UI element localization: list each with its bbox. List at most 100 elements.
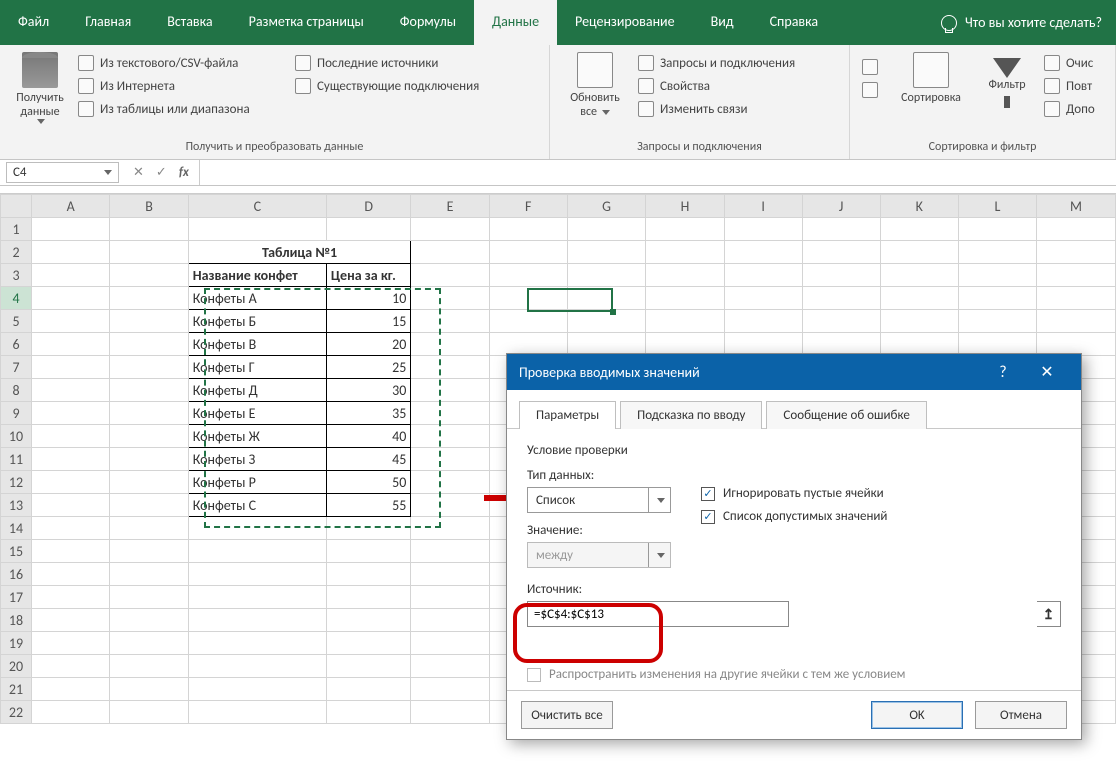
chevron-down-icon[interactable] [104, 170, 112, 175]
cell[interactable] [326, 586, 410, 609]
col-header[interactable]: A [32, 195, 110, 218]
chevron-down-icon[interactable] [648, 488, 670, 512]
recent-sources-button[interactable]: Последние источники [291, 53, 541, 73]
cell[interactable]: 40 [326, 425, 410, 448]
row-header[interactable]: 12 [1, 471, 32, 494]
cell[interactable] [110, 241, 188, 264]
cell[interactable] [110, 471, 188, 494]
from-web-button[interactable]: Из Интернета [74, 76, 289, 96]
cell[interactable] [880, 241, 958, 264]
allow-combo[interactable]: Список [527, 487, 671, 513]
tab-page-layout[interactable]: Разметка страницы [231, 0, 382, 45]
cell[interactable]: 45 [326, 448, 410, 471]
row-header[interactable]: 17 [1, 586, 32, 609]
cell[interactable] [1037, 310, 1116, 333]
cell[interactable] [32, 494, 110, 517]
cell[interactable] [802, 310, 880, 333]
row-header[interactable]: 18 [1, 609, 32, 632]
cell[interactable] [32, 632, 110, 655]
cell[interactable] [567, 287, 645, 310]
col-header[interactable]: M [1037, 195, 1116, 218]
dialog-help-button[interactable]: ? [981, 357, 1025, 388]
cell[interactable] [32, 517, 110, 540]
cell[interactable] [32, 563, 110, 586]
queries-connections-button[interactable]: Запросы и подключения [634, 53, 799, 73]
cell[interactable] [188, 655, 326, 678]
cell[interactable] [32, 356, 110, 379]
cell[interactable] [411, 655, 489, 678]
cell[interactable] [326, 701, 410, 724]
cell[interactable] [411, 402, 489, 425]
cell[interactable] [567, 218, 645, 241]
reapply-filter-button[interactable]: Повт [1040, 76, 1099, 96]
col-header[interactable]: D [326, 195, 410, 218]
cell[interactable] [32, 471, 110, 494]
fx-icon[interactable]: fx [179, 165, 189, 180]
cell[interactable] [110, 655, 188, 678]
cell[interactable] [32, 425, 110, 448]
cell[interactable] [958, 241, 1036, 264]
row-header[interactable]: 14 [1, 517, 32, 540]
from-csv-button[interactable]: Из текстового/CSV-файла [74, 53, 289, 73]
col-header[interactable]: E [411, 195, 489, 218]
cell[interactable]: 10 [326, 287, 410, 310]
cell[interactable]: Конфеты А [188, 287, 326, 310]
cell[interactable] [188, 517, 326, 540]
cell[interactable] [958, 218, 1036, 241]
edit-links-button[interactable]: Изменить связи [634, 99, 799, 119]
cell[interactable] [326, 540, 410, 563]
cell[interactable] [326, 678, 410, 701]
sort-button[interactable]: Сортировка [888, 49, 974, 119]
row-header[interactable]: 6 [1, 333, 32, 356]
cell[interactable] [110, 310, 188, 333]
cell[interactable] [411, 310, 489, 333]
cell[interactable]: Конфеты С [188, 494, 326, 517]
cell[interactable] [411, 448, 489, 471]
filter-button[interactable]: Фильтр [976, 49, 1038, 119]
cell[interactable] [646, 310, 724, 333]
row-header[interactable]: 2 [1, 241, 32, 264]
cell[interactable] [411, 356, 489, 379]
cell[interactable] [489, 241, 567, 264]
cell[interactable]: Конфеты Р [188, 471, 326, 494]
row-header[interactable]: 19 [1, 632, 32, 655]
advanced-filter-button[interactable]: Допо [1040, 99, 1099, 119]
cell[interactable] [880, 218, 958, 241]
cell[interactable] [411, 333, 489, 356]
tab-data[interactable]: Данные [474, 0, 557, 45]
row-header[interactable]: 1 [1, 218, 32, 241]
cell[interactable] [32, 264, 110, 287]
cell[interactable] [110, 264, 188, 287]
cell[interactable] [32, 448, 110, 471]
cell[interactable] [724, 310, 802, 333]
cell[interactable]: Конфеты В [188, 333, 326, 356]
cell[interactable] [110, 379, 188, 402]
cell[interactable] [724, 218, 802, 241]
cell[interactable] [646, 218, 724, 241]
cell[interactable] [411, 287, 489, 310]
cell[interactable]: Название конфет [188, 264, 326, 287]
cell[interactable]: Конфеты Ж [188, 425, 326, 448]
cell[interactable] [724, 264, 802, 287]
dialog-close-button[interactable]: ✕ [1025, 356, 1069, 388]
tab-formulas[interactable]: Формулы [382, 0, 474, 45]
col-header[interactable]: H [646, 195, 724, 218]
cell[interactable] [567, 310, 645, 333]
cell[interactable] [880, 264, 958, 287]
clear-filter-button[interactable]: Очис [1040, 53, 1099, 73]
row-header[interactable]: 7 [1, 356, 32, 379]
existing-connections-button[interactable]: Существующие подключения [291, 76, 541, 96]
row-header[interactable]: 10 [1, 425, 32, 448]
cell[interactable]: 35 [326, 402, 410, 425]
cell[interactable] [110, 448, 188, 471]
cancel-button[interactable]: Отмена [975, 701, 1067, 729]
cell[interactable] [1037, 218, 1116, 241]
cell[interactable] [110, 632, 188, 655]
cell[interactable] [411, 517, 489, 540]
cell[interactable] [188, 701, 326, 724]
table-title[interactable]: Таблица №1 [188, 241, 411, 264]
cell[interactable] [489, 264, 567, 287]
cell[interactable] [958, 310, 1036, 333]
cell[interactable] [411, 563, 489, 586]
cell[interactable] [1037, 287, 1116, 310]
